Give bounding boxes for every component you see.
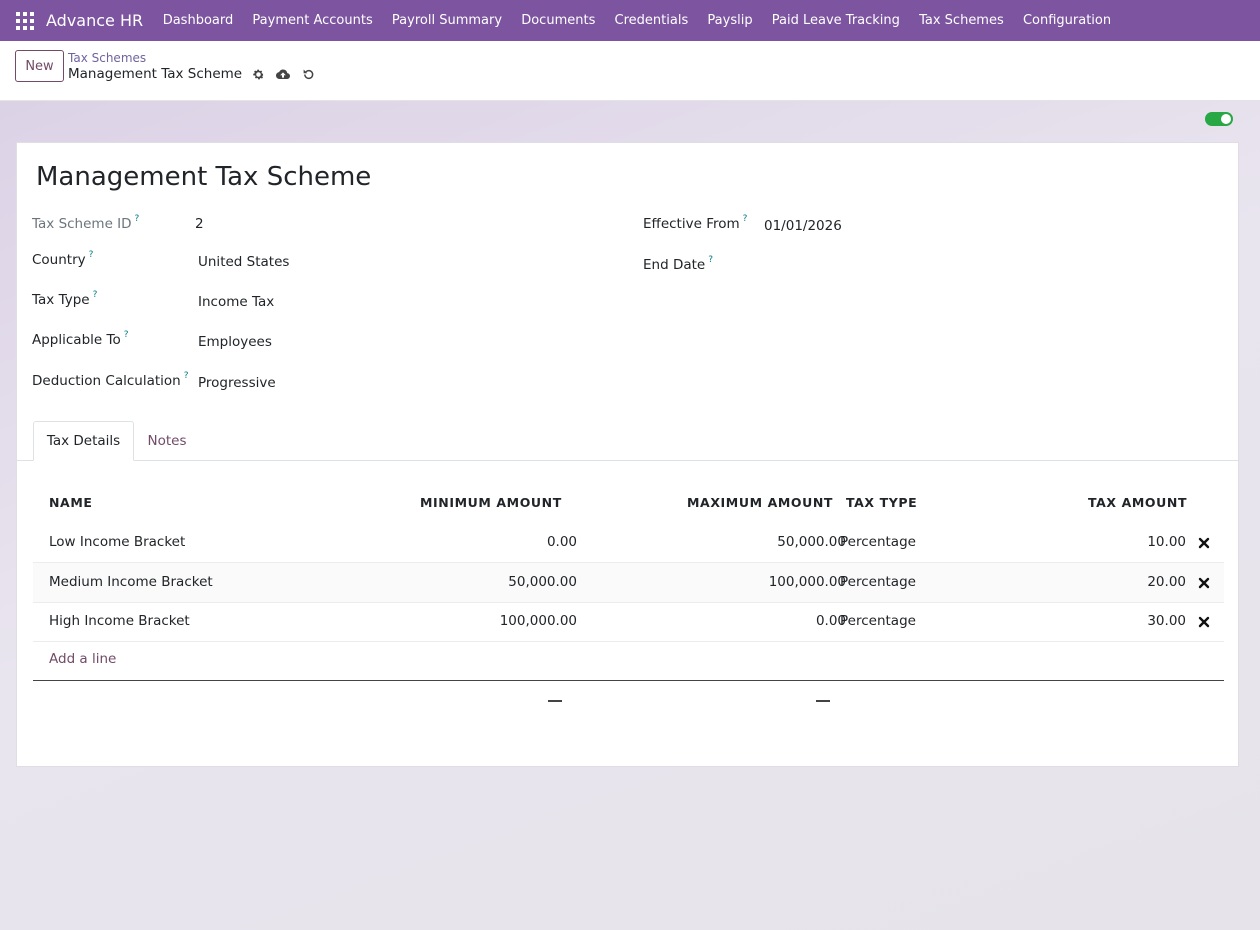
- help-icon[interactable]: ?: [135, 214, 140, 224]
- label-tax-type: Tax Type?: [32, 290, 98, 308]
- nav-menu: Dashboard Payment Accounts Payroll Summa…: [153, 13, 1121, 28]
- breadcrumb-tax-schemes[interactable]: Tax Schemes: [68, 51, 146, 65]
- value-applicable-to[interactable]: Employees: [198, 334, 272, 350]
- cell-tax-type: Percentage: [840, 613, 916, 629]
- nav-item-dashboard[interactable]: Dashboard: [153, 13, 243, 28]
- label-tax-scheme-id: Tax Scheme ID?: [32, 214, 140, 232]
- app-brand[interactable]: Advance HR: [46, 11, 143, 30]
- nav-item-payroll-summary[interactable]: Payroll Summary: [382, 13, 511, 28]
- cloud-upload-icon[interactable]: [276, 67, 291, 81]
- cell-maximum-amount: 100,000.00: [768, 574, 846, 590]
- new-button[interactable]: New: [15, 50, 64, 82]
- delete-row-icon[interactable]: [1196, 535, 1212, 551]
- table-row[interactable]: Medium Income Bracket 50,000.00 100,000.…: [33, 563, 1224, 603]
- label-effective-from: Effective From?: [643, 214, 748, 232]
- notebook-tabs: Tax Details Notes: [17, 421, 1238, 461]
- nav-item-documents[interactable]: Documents: [512, 13, 605, 28]
- breadcrumb-current: Management Tax Scheme: [68, 66, 315, 82]
- tab-notes[interactable]: Notes: [134, 421, 200, 461]
- nav-item-payment-accounts[interactable]: Payment Accounts: [243, 13, 383, 28]
- column-header-tax-amount[interactable]: TAX AMOUNT: [1088, 495, 1187, 510]
- control-panel: New Tax Schemes Management Tax Scheme: [0, 41, 1260, 101]
- gear-icon[interactable]: [251, 67, 265, 81]
- table-footer-divider: [33, 680, 1224, 681]
- label-text: End Date: [643, 257, 706, 273]
- value-deduction-calculation[interactable]: Progressive: [198, 375, 276, 391]
- tab-tax-details[interactable]: Tax Details: [33, 421, 134, 461]
- nav-item-credentials[interactable]: Credentials: [605, 13, 698, 28]
- cell-tax-amount: 20.00: [1147, 574, 1186, 590]
- value-tax-type[interactable]: Income Tax: [198, 294, 274, 310]
- cell-minimum-amount: 0.00: [546, 534, 577, 550]
- label-deduction-calculation: Deduction Calculation?: [32, 371, 189, 389]
- help-icon[interactable]: ?: [89, 250, 94, 260]
- column-header-name[interactable]: NAME: [49, 495, 93, 510]
- active-toggle[interactable]: [1205, 112, 1233, 126]
- help-icon[interactable]: ?: [184, 371, 189, 381]
- cell-tax-type: Percentage: [840, 574, 916, 590]
- add-line-link[interactable]: Add a line: [49, 651, 116, 667]
- cell-maximum-amount: 50,000.00: [777, 534, 846, 550]
- nav-item-configuration[interactable]: Configuration: [1013, 13, 1120, 28]
- column-header-maximum-amount[interactable]: MAXIMUM AMOUNT: [687, 495, 833, 510]
- cell-tax-amount: 30.00: [1147, 613, 1186, 629]
- cell-tax-type: Percentage: [840, 534, 916, 550]
- table-row[interactable]: High Income Bracket 100,000.00 0.00 Perc…: [33, 602, 1224, 642]
- label-text: Country: [32, 252, 86, 268]
- nav-item-tax-schemes[interactable]: Tax Schemes: [910, 13, 1014, 28]
- label-text: Effective From: [643, 216, 740, 232]
- label-end-date: End Date?: [643, 255, 713, 273]
- breadcrumb-record-title: Management Tax Scheme: [68, 66, 243, 82]
- nav-item-paid-leave-tracking[interactable]: Paid Leave Tracking: [762, 13, 909, 28]
- form-sheet: Management Tax Scheme Tax Scheme ID? 2 C…: [16, 142, 1239, 767]
- cell-name: Low Income Bracket: [49, 534, 186, 550]
- maximum-amount-total: [816, 700, 830, 702]
- label-text: Tax Type: [32, 292, 90, 308]
- value-effective-from[interactable]: 01/01/2026: [764, 218, 842, 234]
- apps-grid-icon[interactable]: [16, 11, 34, 30]
- delete-row-icon[interactable]: [1196, 614, 1212, 630]
- cell-minimum-amount: 50,000.00: [508, 574, 577, 590]
- cell-tax-amount: 10.00: [1147, 534, 1186, 550]
- label-applicable-to: Applicable To?: [32, 330, 129, 348]
- column-header-minimum-amount[interactable]: MINIMUM AMOUNT: [420, 495, 562, 510]
- help-icon[interactable]: ?: [708, 255, 713, 265]
- label-text: Tax Scheme ID: [32, 216, 132, 232]
- undo-icon[interactable]: [301, 67, 315, 81]
- cell-minimum-amount: 100,000.00: [499, 613, 577, 629]
- value-country[interactable]: United States: [198, 254, 289, 270]
- delete-row-icon[interactable]: [1196, 575, 1212, 591]
- table-row[interactable]: Low Income Bracket 0.00 50,000.00 Percen…: [33, 523, 1224, 563]
- column-header-tax-type[interactable]: TAX TYPE: [846, 495, 917, 510]
- label-text: Deduction Calculation: [32, 373, 181, 389]
- cell-name: Medium Income Bracket: [49, 574, 213, 590]
- record-title: Management Tax Scheme: [36, 162, 372, 192]
- value-tax-scheme-id: 2: [195, 216, 204, 232]
- label-text: Applicable To: [32, 332, 121, 348]
- nav-item-payslip[interactable]: Payslip: [698, 13, 762, 28]
- help-icon[interactable]: ?: [93, 290, 98, 300]
- minimum-amount-total: [548, 700, 562, 702]
- cell-name: High Income Bracket: [49, 613, 190, 629]
- top-navbar: Advance HR Dashboard Payment Accounts Pa…: [0, 0, 1260, 41]
- label-country: Country?: [32, 250, 94, 268]
- help-icon[interactable]: ?: [743, 214, 748, 224]
- table-header: NAME MINIMUM AMOUNT MAXIMUM AMOUNT TAX T…: [33, 483, 1224, 521]
- help-icon[interactable]: ?: [124, 330, 129, 340]
